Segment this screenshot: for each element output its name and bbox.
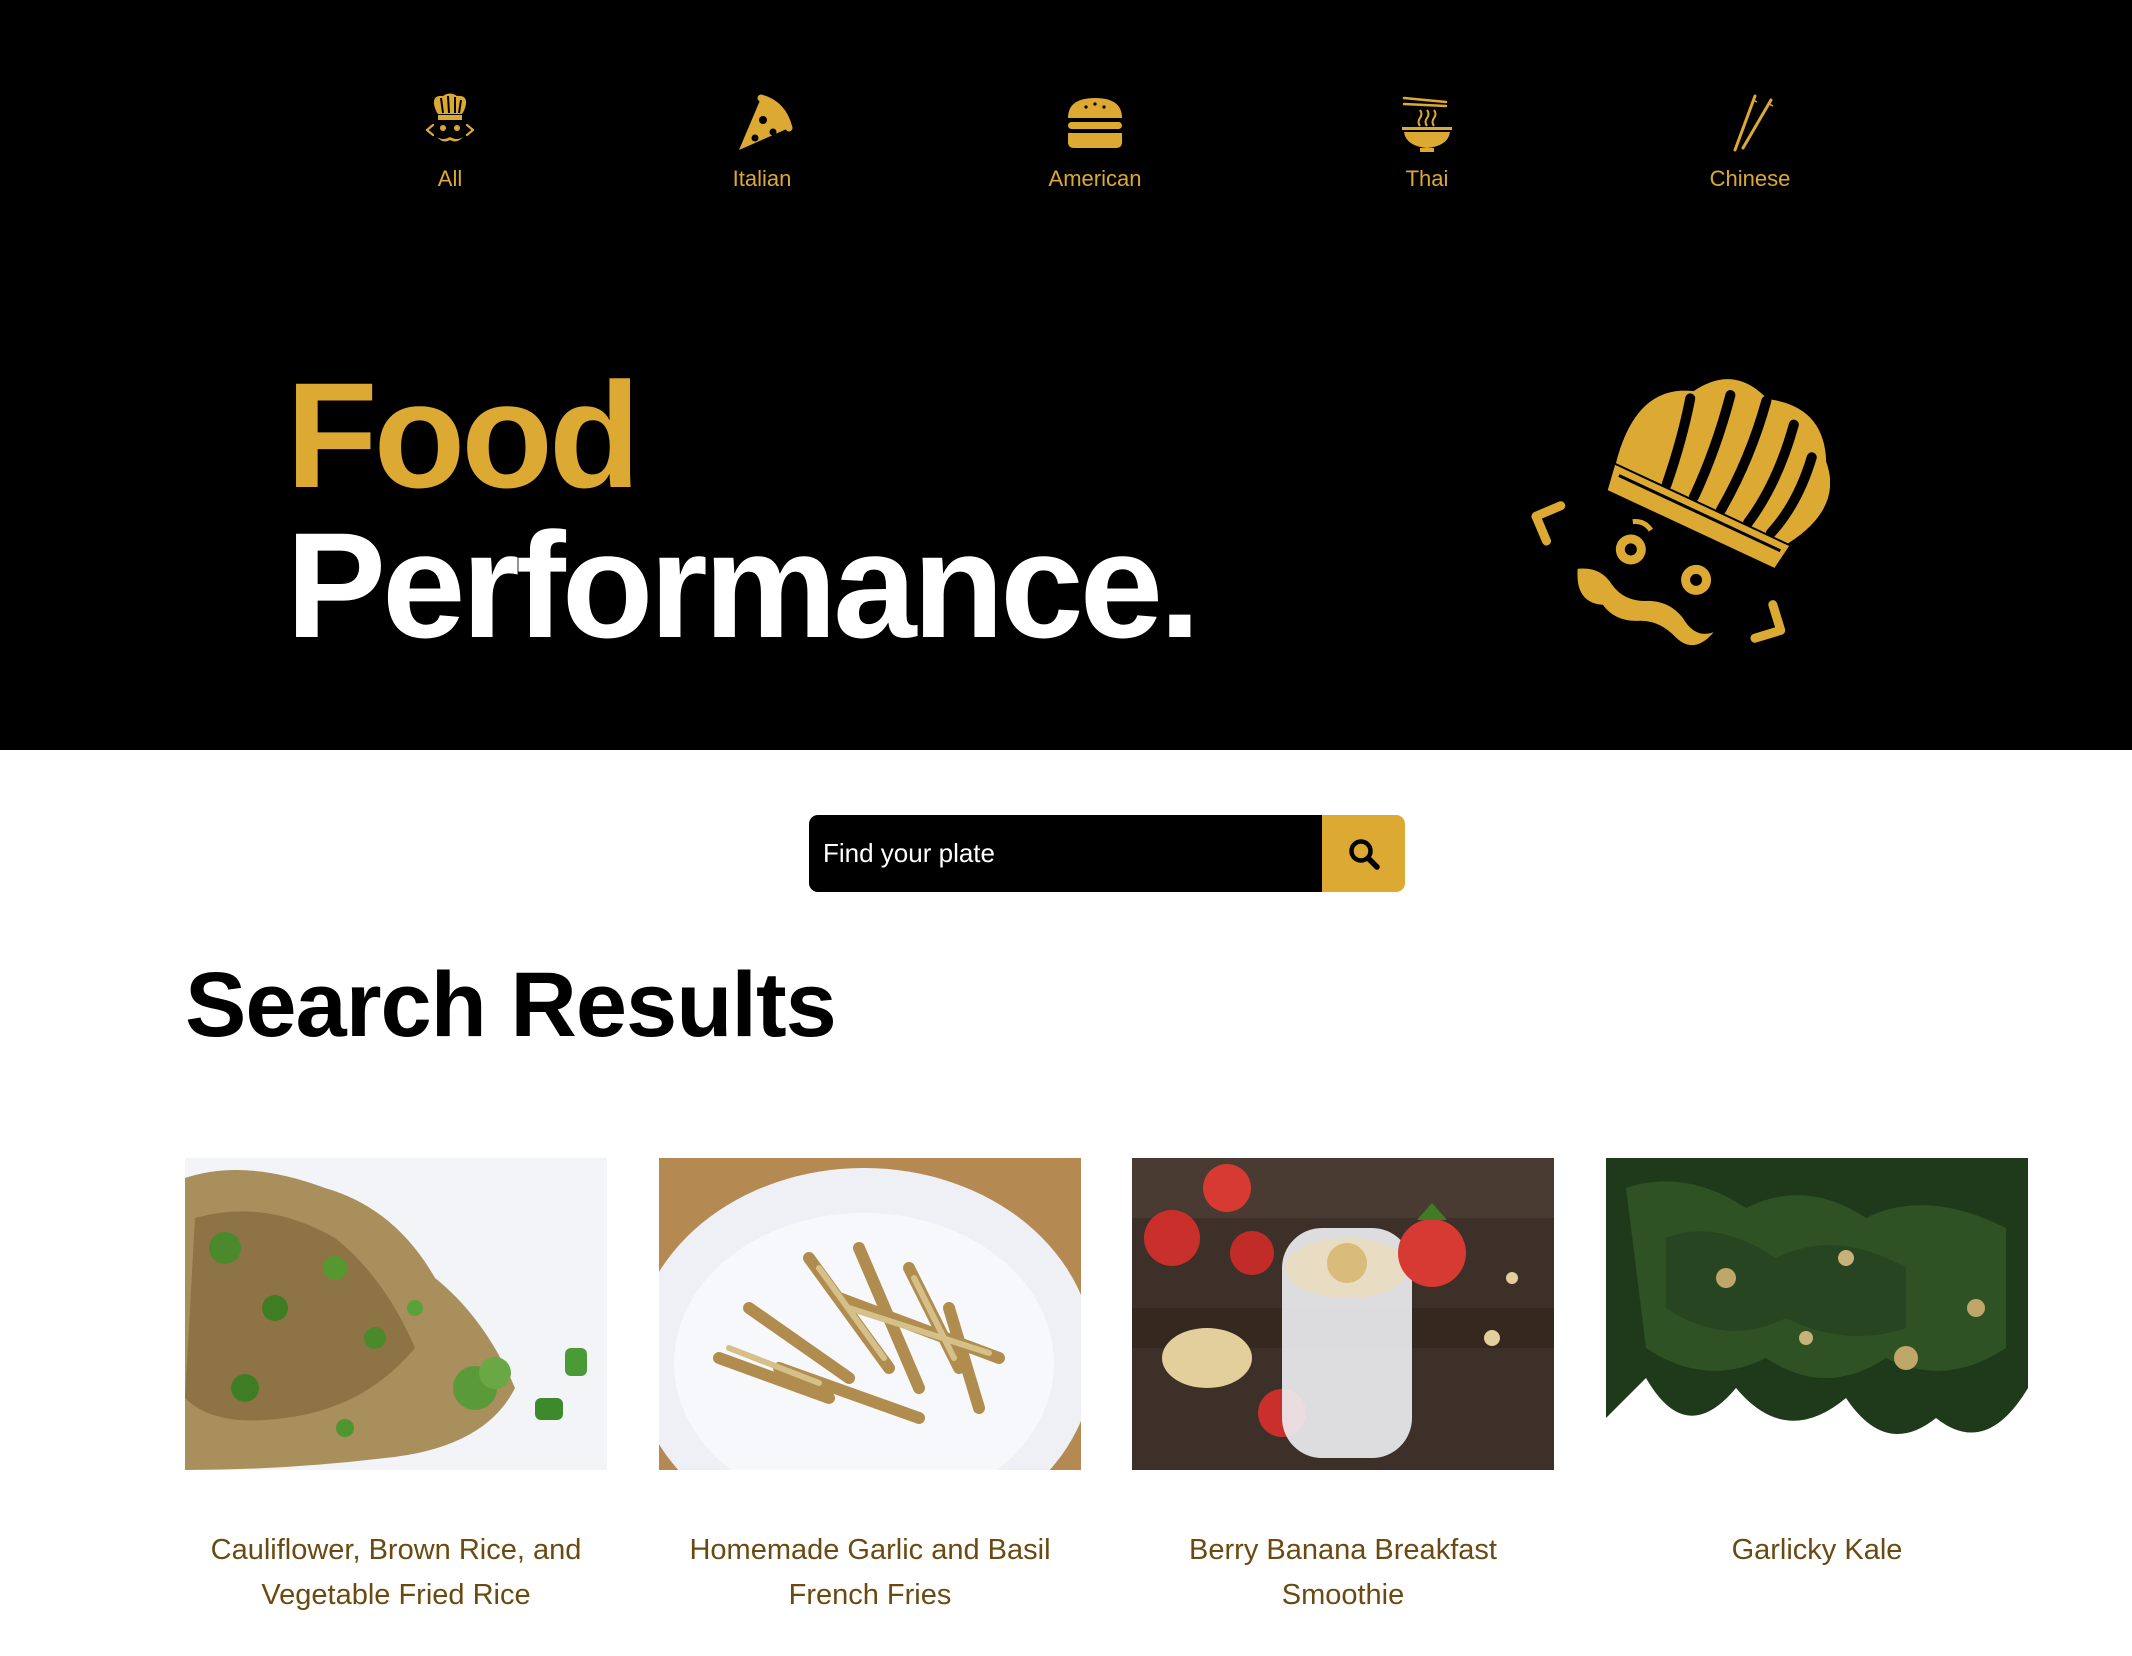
search-button[interactable] [1322,815,1405,892]
noodle-bowl-icon [1402,96,1452,152]
chopsticks-icon [1733,94,1774,152]
category-all[interactable]: All [350,92,550,192]
search-icon [1348,838,1380,870]
pizza-icon [739,94,793,150]
search-bar [809,815,1405,892]
result-card[interactable]: Berry Banana Breakfast Smoothie [1132,1158,1554,1618]
result-image[interactable] [659,1158,1081,1470]
category-label: Italian [732,166,792,191]
category-thai[interactable]: Thai [1327,92,1527,192]
result-title[interactable]: Berry Banana Breakfast Smoothie [1132,1528,1554,1618]
chef-mascot-icon [1531,379,1830,646]
hero-banner: All Italian American Thai Chinese Food P… [0,0,2132,750]
hero-title-food: Food [286,351,641,519]
search-results-heading: Search Results [185,954,837,1056]
burger-icon [1068,98,1122,148]
result-card[interactable]: Garlicky Kale [1606,1158,2028,1573]
result-title[interactable]: Cauliflower, Brown Rice, and Vegetable F… [185,1528,607,1618]
chef-hat-icon [425,93,475,142]
result-card[interactable]: Homemade Garlic and Basil French Fries [659,1158,1081,1618]
search-input[interactable] [809,815,1322,892]
result-image[interactable] [185,1158,607,1470]
category-american[interactable]: American [995,92,1195,192]
category-label: American [1048,166,1142,191]
result-image[interactable] [1606,1158,2028,1470]
category-chinese[interactable]: Chinese [1650,92,1850,192]
category-label: All [437,166,463,191]
category-italian[interactable]: Italian [662,92,862,192]
category-label: Chinese [1709,166,1791,191]
hero-title-performance: Performance. [286,501,1201,669]
result-image[interactable] [1132,1158,1554,1470]
result-title[interactable]: Garlicky Kale [1606,1528,2028,1573]
result-title[interactable]: Homemade Garlic and Basil French Fries [659,1528,1081,1618]
category-label: Thai [1405,166,1449,191]
result-card[interactable]: Cauliflower, Brown Rice, and Vegetable F… [185,1158,607,1618]
